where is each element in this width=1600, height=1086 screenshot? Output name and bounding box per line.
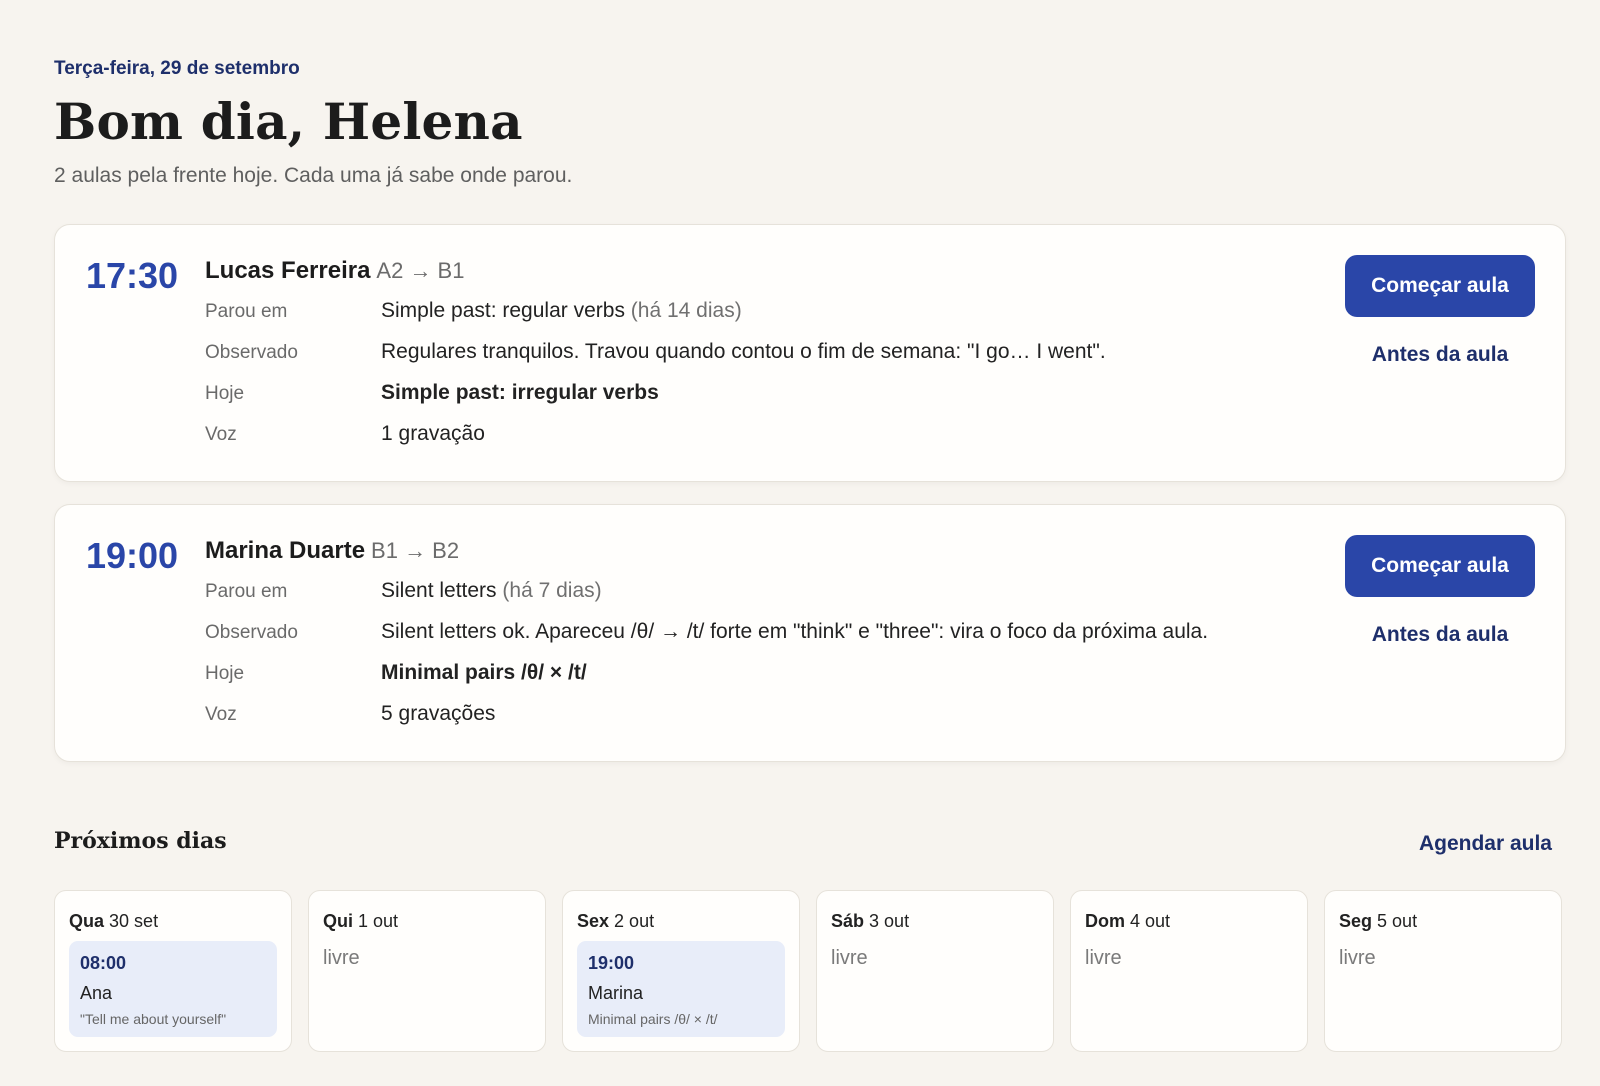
before-lesson-link[interactable]: Antes da aula [1345,343,1535,367]
day-date: 4 out [1130,911,1171,931]
detail-value: Simple past: regular verbs (há 14 dias) [381,299,742,323]
detail-value: 1 gravação [381,422,485,445]
day-card: Qua 30 set 08:00 Ana "Tell me about your… [54,890,292,1052]
student-name: Marina Duarte [205,537,366,564]
detail-label: Parou em [205,581,288,602]
day-free-label: livre [323,947,360,969]
day-header: Sex 2 out [577,911,654,932]
stopped-topic: Simple past: regular verbs [381,299,625,322]
event-topic: Minimal pairs /θ/ × /t/ [588,1011,718,1027]
student-level: A2 → B1 [376,258,465,283]
day-free-label: livre [1085,947,1122,969]
day-date: 5 out [1377,911,1418,931]
lesson-card: 19:00 Marina Duarte B1 → B2 Parou em Sile… [54,504,1566,762]
day-weekday: Sex [577,911,610,931]
detail-label: Hoje [205,383,245,404]
current-date: Terça-feira, 29 de setembro [54,58,300,79]
day-weekday: Dom [1085,911,1125,931]
day-card: Sex 2 out 19:00 Marina Minimal pairs /θ/… [562,890,800,1052]
detail-value: Regulares tranquilos. Travou quando cont… [381,340,1106,363]
day-weekday: Qui [323,911,353,931]
day-card: Sáb 3 out livre [816,890,1054,1052]
upcoming-title: Próximos dias [54,828,227,854]
day-card: Qui 1 out livre [308,890,546,1052]
scheduled-lesson[interactable]: 08:00 Ana "Tell me about yourself" [69,941,277,1037]
event-time: 08:00 [80,953,127,973]
stopped-topic: Silent letters [381,579,497,602]
day-header: Sáb 3 out [831,911,909,932]
student-name: Lucas Ferreira [205,257,371,284]
start-lesson-button[interactable]: Começar aula [1345,535,1535,597]
lesson-time: 17:30 [86,255,179,296]
day-header: Qua 30 set [69,911,158,932]
student-level: B1 → B2 [371,538,460,563]
day-date: 1 out [358,911,399,931]
before-lesson-link[interactable]: Antes da aula [1345,623,1535,647]
scheduled-lesson[interactable]: 19:00 Marina Minimal pairs /θ/ × /t/ [577,941,785,1037]
detail-label: Observado [205,622,298,643]
start-lesson-button[interactable]: Começar aula [1345,255,1535,317]
detail-value: 5 gravações [381,702,496,725]
lesson-time: 19:00 [86,535,179,576]
schedule-lesson-link[interactable]: Agendar aula [1419,832,1552,856]
detail-value: Silent letters ok. Apareceu /θ/ → /t/ fo… [381,620,1209,643]
event-topic: "Tell me about yourself" [80,1011,227,1027]
stopped-ago: (há 14 dias) [630,299,742,322]
day-header: Seg 5 out [1339,911,1417,932]
detail-label: Voz [205,704,237,725]
day-date: 30 set [109,911,159,931]
event-time: 19:00 [588,953,635,973]
event-student: Ana [80,983,113,1003]
day-weekday: Qua [69,911,105,931]
day-header: Dom 4 out [1085,911,1170,932]
detail-value: Simple past: irregular verbs [381,381,659,404]
day-free-label: livre [831,947,868,969]
day-card: Dom 4 out livre [1070,890,1308,1052]
detail-value: Minimal pairs /θ/ × /t/ [381,661,587,684]
detail-label: Voz [205,424,237,445]
day-date: 3 out [869,911,910,931]
student-header: Marina Duarte B1 → B2 [205,537,459,565]
detail-label: Observado [205,342,298,363]
event-student: Marina [588,983,644,1003]
day-weekday: Seg [1339,911,1373,931]
day-free-label: livre [1339,947,1376,969]
upcoming-days: Qua 30 set 08:00 Ana "Tell me about your… [54,890,1566,1052]
day-weekday: Sáb [831,911,865,931]
greeting-subtitle: 2 aulas pela frente hoje. Cada uma já sa… [54,164,573,187]
detail-label: Hoje [205,663,245,684]
detail-label: Parou em [205,301,288,322]
student-header: Lucas Ferreira A2 → B1 [205,257,464,285]
stopped-ago: (há 7 dias) [502,579,602,602]
greeting-title: Bom dia, Helena [54,92,523,151]
day-date: 2 out [614,911,655,931]
detail-value: Silent letters (há 7 dias) [381,579,602,603]
day-header: Qui 1 out [323,911,398,932]
day-card: Seg 5 out livre [1324,890,1562,1052]
lesson-card: 17:30 Lucas Ferreira A2 → B1 Parou em Sim… [54,224,1566,482]
